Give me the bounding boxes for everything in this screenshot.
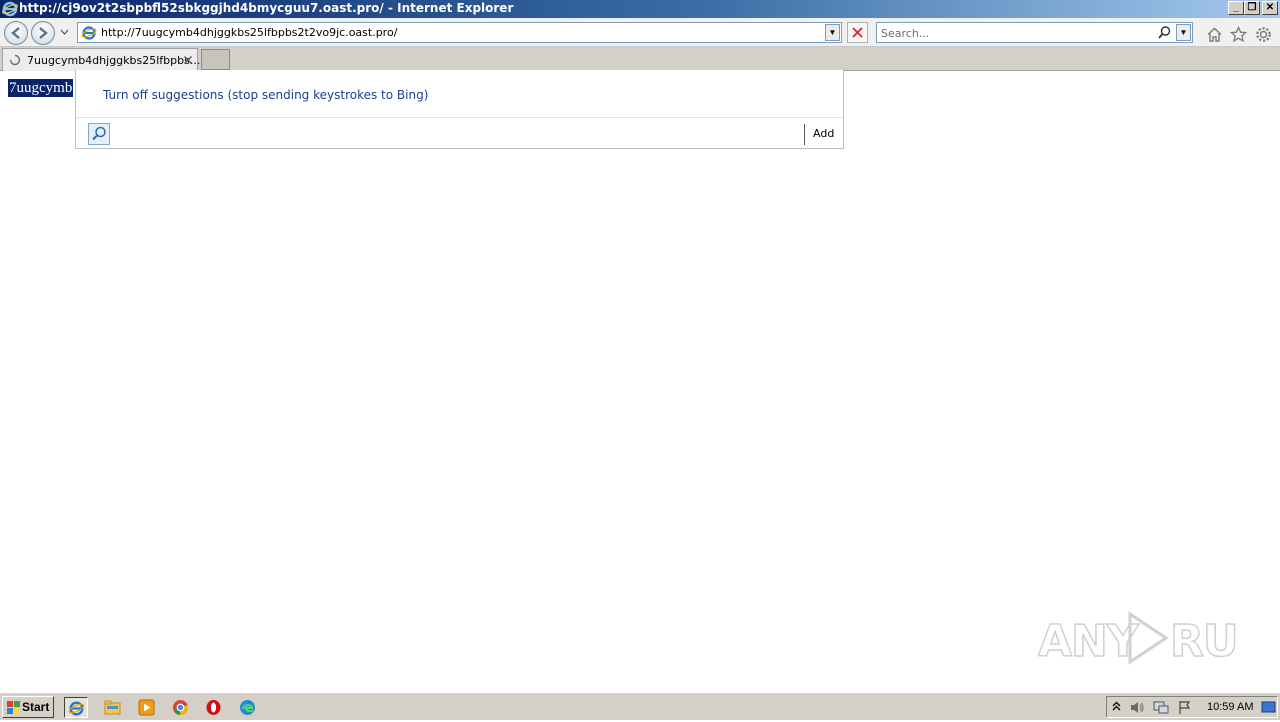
- search-dropdown-button[interactable]: ▼: [1176, 24, 1191, 41]
- page-ie-icon: [81, 26, 97, 40]
- back-button[interactable]: [4, 21, 28, 45]
- action-center-flag-icon[interactable]: [1177, 700, 1193, 715]
- search-icon[interactable]: [1157, 25, 1172, 40]
- turn-off-suggestions-link[interactable]: Turn off suggestions (stop sending keyst…: [103, 88, 428, 102]
- add-provider-button[interactable]: Add: [813, 127, 834, 140]
- volume-icon[interactable]: [1129, 700, 1145, 715]
- window-title: http://cj9ov2t2sbpbfl52sbkggjhd4bmycguu7…: [19, 1, 514, 15]
- anyrun-watermark: ANY RUN: [1037, 606, 1275, 670]
- page-selected-text: 7uugcymb: [8, 79, 74, 97]
- stop-x-icon: [852, 27, 863, 38]
- title-bar: http://cj9ov2t2sbpbfl52sbkggjhd4bmycguu7…: [0, 0, 1280, 18]
- forward-button[interactable]: [31, 21, 55, 45]
- stop-button[interactable]: [847, 22, 868, 43]
- file-explorer-icon: [104, 700, 121, 715]
- taskbar: Start 10:59 AM: [0, 692, 1280, 720]
- internet-explorer-icon: [2, 1, 18, 17]
- search-provider-button[interactable]: [88, 123, 110, 145]
- add-separator: [804, 124, 805, 145]
- system-clock[interactable]: 10:59 AM: [1207, 701, 1253, 713]
- start-label: Start: [22, 700, 50, 714]
- svg-text:RUN: RUN: [1170, 616, 1238, 667]
- chrome-icon: [173, 700, 189, 716]
- tab-label: 7uugcymb4dhjggkbs25lfbpbs...: [27, 54, 201, 67]
- taskbar-media-player[interactable]: [135, 697, 159, 718]
- close-button[interactable]: ✕: [1262, 1, 1278, 15]
- favorites-star-icon[interactable]: [1230, 26, 1247, 43]
- edge-icon: [240, 700, 255, 715]
- minimize-button[interactable]: _: [1228, 1, 1244, 15]
- opera-icon: [206, 700, 221, 715]
- address-suggestions-dropdown: Turn off suggestions (stop sending keyst…: [75, 70, 844, 149]
- svg-text:ANY: ANY: [1038, 616, 1140, 667]
- address-dropdown-button[interactable]: ▼: [825, 24, 840, 41]
- search-input[interactable]: Search...: [881, 27, 929, 40]
- taskbar-file-explorer[interactable]: [101, 697, 125, 718]
- network-icon[interactable]: [1153, 700, 1169, 715]
- navigation-bar: http://7uugcymb4dhjggkbs25lfbpbs2t2vo9jc…: [0, 18, 1280, 47]
- home-icon[interactable]: [1206, 26, 1223, 43]
- anyrun-logo: ANY RUN: [1037, 611, 1275, 668]
- taskbar-edge[interactable]: [236, 697, 260, 718]
- tab-close-icon[interactable]: [183, 55, 193, 65]
- new-tab-button[interactable]: [201, 49, 230, 70]
- restore-button[interactable]: ❐: [1244, 1, 1260, 15]
- search-provider-icon: [92, 126, 106, 141]
- windows-logo-icon: [7, 701, 20, 714]
- tab-bar: 7uugcymb4dhjggkbs25lfbpbs...: [0, 47, 1280, 71]
- show-desktop-icon[interactable]: [1261, 700, 1276, 715]
- search-box[interactable]: Search... ▼: [876, 22, 1193, 43]
- taskbar-chrome[interactable]: [169, 697, 193, 718]
- address-bar[interactable]: http://7uugcymb4dhjggkbs25lfbpbs2t2vo9jc…: [77, 22, 842, 43]
- back-arrow-icon: [11, 27, 20, 39]
- media-player-icon: [138, 699, 155, 716]
- start-button[interactable]: Start: [2, 696, 54, 718]
- recent-pages-chevron-icon[interactable]: [60, 29, 69, 36]
- system-tray: 10:59 AM: [1106, 696, 1278, 718]
- loading-spinner-icon: [9, 54, 21, 66]
- tab-active[interactable]: 7uugcymb4dhjggkbs25lfbpbs...: [2, 48, 201, 71]
- taskbar-opera[interactable]: [202, 697, 226, 718]
- taskbar-internet-explorer[interactable]: [64, 697, 88, 718]
- address-input[interactable]: http://7uugcymb4dhjggkbs25lfbpbs2t2vo9jc…: [101, 26, 397, 39]
- forward-arrow-icon: [39, 27, 48, 39]
- internet-explorer-icon: [68, 701, 85, 716]
- show-hidden-icons-icon[interactable]: [1112, 701, 1121, 713]
- settings-gear-icon[interactable]: [1255, 26, 1272, 43]
- dropdown-divider: [76, 117, 843, 118]
